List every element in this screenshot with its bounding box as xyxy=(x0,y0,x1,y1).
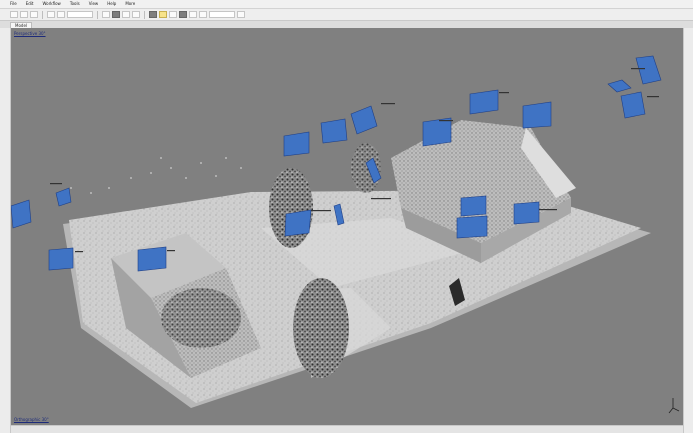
pan-icon[interactable] xyxy=(122,11,130,18)
menu-workflow[interactable]: Workflow xyxy=(42,1,60,7)
right-panel-strip xyxy=(683,28,693,433)
undo-icon[interactable] xyxy=(47,11,55,18)
reconstructed-model xyxy=(11,55,680,414)
menu-more[interactable]: More xyxy=(125,1,135,7)
rotate-icon[interactable] xyxy=(112,11,120,18)
menu-edit[interactable]: Edit xyxy=(26,1,34,7)
toolbar-separator xyxy=(144,10,145,19)
3d-viewport[interactable]: Perspective 30° Orthographic 30° xyxy=(11,28,683,425)
toolbar-dropdown[interactable] xyxy=(209,11,235,18)
new-icon[interactable] xyxy=(10,11,18,18)
menu-tools[interactable]: Tools xyxy=(70,1,80,7)
mesh-icon[interactable] xyxy=(159,11,167,18)
menu-help[interactable]: Help xyxy=(107,1,116,7)
viewport-top-label: Perspective 30° xyxy=(14,31,46,36)
menu-view[interactable]: View xyxy=(89,1,99,7)
menu-file[interactable]: File xyxy=(10,1,17,7)
markers-icon[interactable] xyxy=(189,11,197,18)
shapes-icon[interactable] xyxy=(199,11,207,18)
application-window: File Edit Workflow Tools View Help More … xyxy=(0,0,693,433)
ruler-icon[interactable] xyxy=(237,11,245,18)
tab-bar: Model xyxy=(0,21,693,28)
point-cloud-icon[interactable] xyxy=(149,11,157,18)
open-icon[interactable] xyxy=(20,11,28,18)
zoom-icon[interactable] xyxy=(132,11,140,18)
toolbar-separator xyxy=(42,10,43,19)
axis-gizmo-icon[interactable] xyxy=(668,398,680,414)
save-icon[interactable] xyxy=(30,11,38,18)
sparse-points xyxy=(70,157,242,194)
status-bar xyxy=(11,425,683,433)
menu-bar: File Edit Workflow Tools View Help More xyxy=(0,0,693,9)
viewport-bottom-label: Orthographic 30° xyxy=(14,417,49,422)
camera-icon[interactable] xyxy=(179,11,187,18)
texture-icon[interactable] xyxy=(169,11,177,18)
left-panel-strip xyxy=(0,28,11,433)
redo-icon[interactable] xyxy=(57,11,65,18)
toolbar xyxy=(0,9,693,21)
select-icon[interactable] xyxy=(102,11,110,18)
toolbar-dropdown[interactable] xyxy=(67,11,93,18)
toolbar-separator xyxy=(97,10,98,19)
